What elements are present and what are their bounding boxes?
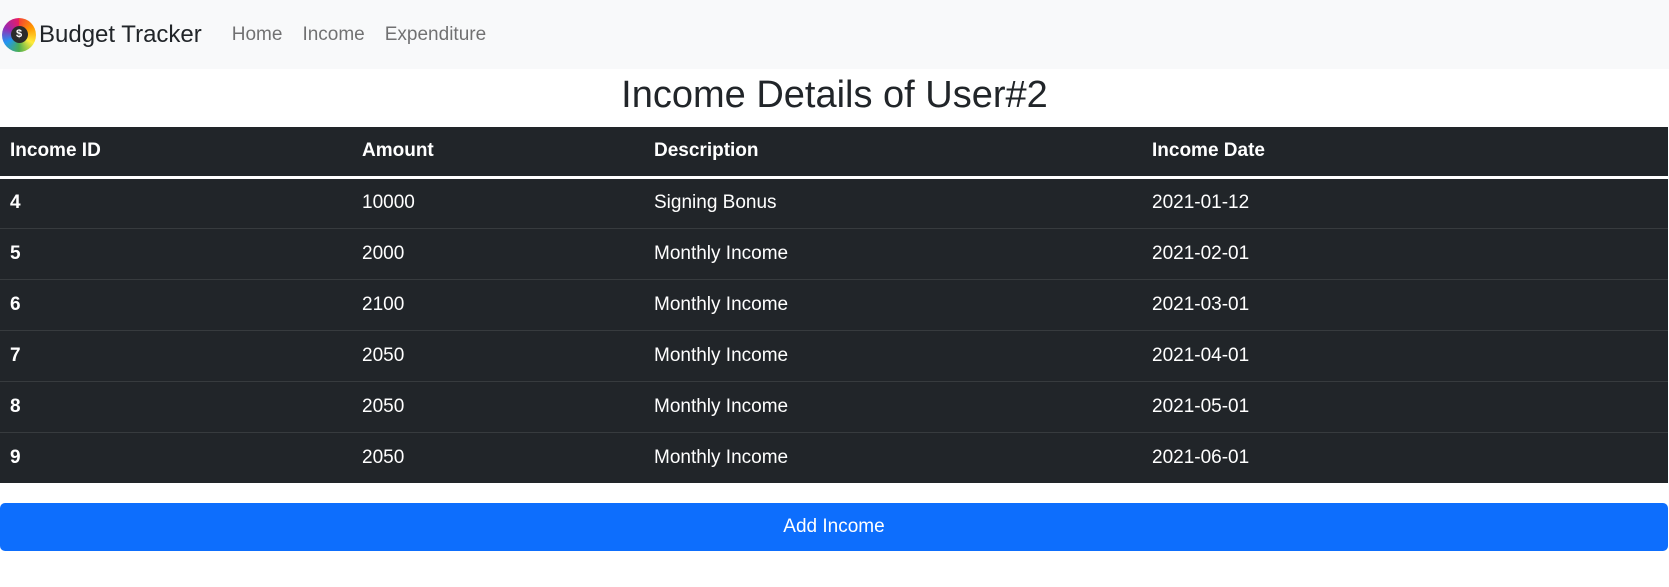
- amount-cell: 2100: [352, 278, 644, 330]
- table-header: Income ID Amount Description Income Date: [0, 127, 1668, 179]
- table-row: 6 2100 Monthly Income 2021-03-01: [0, 278, 1668, 330]
- amount-cell: 2000: [352, 227, 644, 279]
- nav-link-home[interactable]: Home: [222, 24, 293, 46]
- nav-link-expenditure[interactable]: Expenditure: [375, 24, 496, 46]
- table-row: 4 10000 Signing Bonus 2021-01-12: [0, 177, 1668, 228]
- description-cell: Signing Bonus: [654, 192, 777, 213]
- income-table-container: Income ID Amount Description Income Date…: [0, 127, 1668, 483]
- header-row: Income ID Amount Description Income Date: [0, 127, 1668, 179]
- table-body: 4 10000 Signing Bonus 2021-01-12 5 2000 …: [0, 177, 1668, 483]
- column-header-description: Description: [644, 127, 1142, 179]
- nav-link-income[interactable]: Income: [292, 24, 374, 46]
- income-date-cell: 2021-03-01: [1142, 278, 1668, 330]
- amount-cell: 2050: [352, 380, 644, 432]
- income-id-cell: 8: [0, 380, 352, 432]
- income-id-cell: 5: [0, 227, 352, 279]
- column-header-amount: Amount: [352, 127, 644, 179]
- income-id-cell: 9: [0, 431, 352, 483]
- income-id-cell: 6: [0, 278, 352, 330]
- table-row: 9 2050 Monthly Income 2021-06-01: [0, 431, 1668, 483]
- income-id-cell: 4: [10, 192, 21, 213]
- amount-cell: 10000: [362, 192, 415, 213]
- add-income-button[interactable]: Add Income: [0, 503, 1668, 551]
- description-cell: Monthly Income: [644, 278, 1142, 330]
- description-cell: Monthly Income: [644, 329, 1142, 381]
- income-date-cell: 2021-06-01: [1142, 431, 1668, 483]
- amount-cell: 2050: [352, 431, 644, 483]
- navbar: $ Budget Tracker Home Income Expenditure: [0, 0, 1669, 69]
- table-row: 8 2050 Monthly Income 2021-05-01: [0, 380, 1668, 432]
- income-date-cell: 2021-04-01: [1142, 329, 1668, 381]
- table-row: 5 2000 Monthly Income 2021-02-01: [0, 227, 1668, 279]
- column-header-income-date: Income Date: [1142, 127, 1668, 179]
- page-title: Income Details of User#2: [621, 74, 1048, 116]
- income-date-cell: 2021-02-01: [1142, 227, 1668, 279]
- description-cell: Monthly Income: [644, 227, 1142, 279]
- column-header-income-id: Income ID: [0, 127, 352, 179]
- income-date-cell: 2021-01-12: [1152, 192, 1250, 213]
- description-cell: Monthly Income: [644, 431, 1142, 483]
- brand-link[interactable]: $ Budget Tracker: [2, 17, 202, 52]
- income-table: Income ID Amount Description Income Date…: [0, 127, 1668, 483]
- dollar-coin-icon: $: [2, 17, 36, 52]
- description-cell: Monthly Income: [644, 380, 1142, 432]
- brand-name: Budget Tracker: [39, 20, 202, 48]
- income-id-cell: 7: [0, 329, 352, 381]
- amount-cell: 2050: [352, 329, 644, 381]
- income-date-cell: 2021-05-01: [1142, 380, 1668, 432]
- nav-links: Home Income Expenditure: [222, 24, 496, 46]
- table-row: 7 2050 Monthly Income 2021-04-01: [0, 329, 1668, 381]
